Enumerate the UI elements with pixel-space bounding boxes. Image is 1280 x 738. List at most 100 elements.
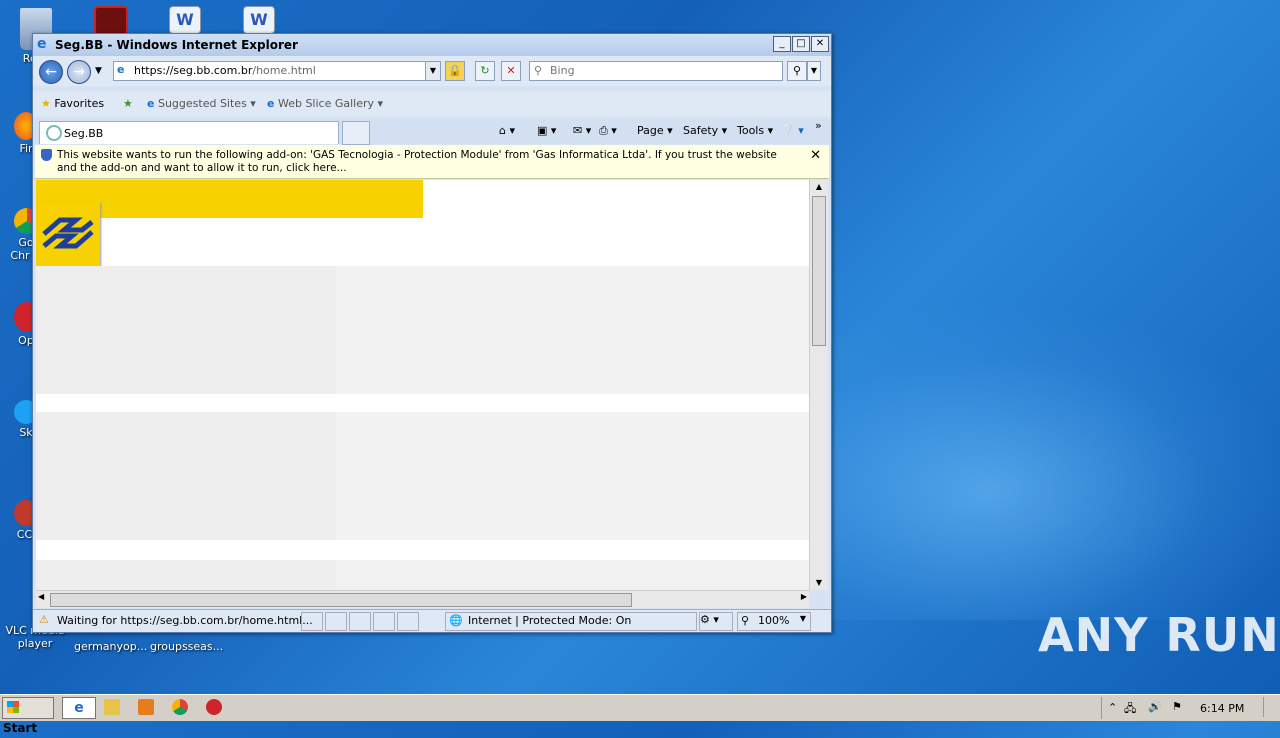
desktop-icon-word-1[interactable]: W [150, 6, 220, 36]
page-menu[interactable]: Page ▾ [637, 124, 673, 137]
ie-window: e Seg.BB - Windows Internet Explorer _ □… [32, 33, 832, 633]
close-button[interactable]: ✕ [811, 36, 829, 52]
forward-button[interactable]: → [67, 60, 91, 84]
action-center-flag-icon[interactable]: ⚑ [1172, 700, 1182, 713]
mail-button[interactable]: ✉ ▾ [573, 124, 591, 137]
desktop-icon-label: germanyop... [74, 640, 148, 653]
search-input[interactable]: ⚲ Bing [529, 61, 783, 81]
desktop-icon-label: Go Chr [10, 236, 34, 262]
desktop-icon-germanyop[interactable]: germanyop... [74, 640, 148, 653]
taskbar-chrome-button[interactable] [172, 699, 188, 715]
favorites-label: Favorites [54, 97, 105, 110]
shield-icon [41, 149, 52, 161]
search-button[interactable]: ⚲ [787, 61, 807, 81]
refresh-button[interactable]: ↻ [475, 61, 495, 81]
scroll-thumb[interactable] [812, 196, 826, 346]
url-path: /home.html [252, 64, 316, 77]
taskbar-ie-button[interactable]: e [62, 697, 96, 719]
anyrun-watermark: ANY RUN [1038, 608, 1280, 662]
recent-pages-dropdown[interactable]: ▼ [95, 66, 102, 76]
address-dropdown[interactable]: ▼ [425, 62, 440, 80]
tab-seg-bb[interactable]: Seg.BB [39, 121, 339, 144]
page-icon: e [117, 63, 125, 76]
security-lock-button[interactable]: 🔒 [445, 61, 465, 81]
new-tab-button[interactable] [342, 121, 370, 145]
search-options-dropdown[interactable]: ▼ [807, 61, 821, 81]
banco-do-brasil-logo[interactable] [36, 202, 100, 266]
title-bar[interactable]: e Seg.BB - Windows Internet Explorer _ □… [33, 34, 831, 56]
desktop-icon-label: Fir [19, 142, 33, 155]
info-bar[interactable]: This website wants to run the following … [35, 145, 829, 179]
scroll-left-arrow[interactable]: ◀ [38, 592, 44, 601]
taskbar-media-player-button[interactable] [138, 699, 154, 715]
network-icon[interactable]: 🖧 [1124, 700, 1136, 719]
desktop-icon-groupsseas[interactable]: groupsseas... [150, 640, 224, 653]
ie-page-icon: e [267, 97, 275, 110]
status-segment-3 [349, 612, 371, 631]
favorites-button[interactable]: ★ Favorites [41, 97, 104, 110]
status-segment-2 [325, 612, 347, 631]
status-bar: ⚠ Waiting for https://seg.bb.com.br/home… [33, 609, 831, 632]
horizontal-scrollbar[interactable]: ◀ ▶ [36, 590, 809, 608]
zone-text: Internet | Protected Mode: On [468, 614, 632, 627]
address-toolbar: ← → ▼ e https://seg.bb.com.br/home.html … [33, 56, 831, 86]
add-to-favorites-bar-button[interactable]: ★ [123, 97, 133, 110]
favorites-bar: ★ Favorites ★ e Suggested Sites ▾ e Web … [33, 91, 831, 117]
desktop-icon-label: groupsseas... [150, 640, 224, 653]
print-button[interactable]: ⎙ ▾ [599, 124, 617, 138]
stop-button[interactable]: ✕ [501, 61, 521, 81]
content-block-left-1 [36, 266, 336, 394]
word-document-icon: W [243, 6, 275, 34]
maximize-button[interactable]: □ [792, 36, 810, 52]
protected-mode-button[interactable]: ⚙ ▾ [699, 612, 733, 631]
zoom-level: 100% [758, 614, 790, 627]
content-block-left-3 [36, 560, 336, 590]
word-document-icon: W [169, 6, 201, 34]
status-segment-4 [373, 612, 395, 631]
taskbar-opera-button[interactable] [206, 699, 222, 715]
suggested-sites-link[interactable]: e Suggested Sites ▾ [147, 97, 256, 110]
safety-menu[interactable]: Safety ▾ [683, 124, 727, 137]
scroll-down-arrow[interactable]: ▼ [810, 576, 828, 590]
info-bar-close-button[interactable]: ✕ [810, 148, 821, 163]
search-placeholder: Bing [550, 64, 575, 77]
start-button[interactable]: Start [2, 697, 54, 735]
zoom-button[interactable]: ⚲ 100% ▼ [737, 612, 811, 631]
tab-row: Seg.BB ⌂ ▾ ▣ ▾ ✉ ▾ ⎙ ▾ Page ▾ Safety ▾ T… [33, 119, 831, 145]
star-icon: ★ [41, 97, 51, 110]
home-button[interactable]: ⌂ ▾ [499, 124, 515, 137]
address-bar[interactable]: e https://seg.bb.com.br/home.html ▼ [113, 61, 441, 81]
scroll-right-arrow[interactable]: ▶ [801, 592, 807, 601]
tools-menu[interactable]: Tools ▾ [737, 124, 773, 137]
safety-menu-label: Safety [683, 124, 719, 137]
desktop-icon-word-2[interactable]: W [224, 6, 294, 36]
volume-icon[interactable]: 🔊 [1148, 700, 1162, 713]
desktop-icon-label: Sk [19, 426, 33, 439]
desktop-wallpaper-glow [780, 300, 1280, 620]
more-commands-button[interactable]: » [815, 119, 822, 132]
show-desktop-button[interactable] [1263, 697, 1278, 717]
zone-indicator[interactable]: 🌐 Internet | Protected Mode: On [445, 612, 697, 631]
search-icon: ⚲ [534, 64, 543, 77]
url-host: https://seg.bb.com.br [134, 64, 253, 77]
bb-logo-icon [42, 217, 94, 249]
back-button[interactable]: ← [39, 60, 63, 84]
scroll-up-arrow[interactable]: ▲ [810, 180, 828, 194]
taskbar-explorer-button[interactable] [104, 699, 120, 715]
minimize-button[interactable]: _ [773, 36, 791, 52]
show-hidden-icons-button[interactable]: ⌃ [1108, 701, 1117, 714]
help-button[interactable]: ❔ ▾ [781, 124, 804, 137]
web-slice-gallery-link[interactable]: e Web Slice Gallery ▾ [267, 97, 383, 110]
feeds-button[interactable]: ▣ ▾ [537, 124, 556, 137]
web-slice-label: Web Slice Gallery [277, 97, 375, 110]
warning-icon: ⚠ [39, 613, 49, 626]
vertical-scrollbar[interactable]: ▲ ▼ [809, 180, 828, 590]
suggested-sites-label: Suggested Sites [157, 97, 247, 110]
clock[interactable]: 6:14 PM [1200, 702, 1244, 715]
content-block-left-2 [36, 412, 336, 540]
status-segment-5 [397, 612, 419, 631]
horizontal-scroll-thumb[interactable] [50, 593, 632, 607]
ie-page-icon: e [147, 97, 155, 110]
system-tray: ⌃ 🖧 🔊 ⚑ 6:14 PM [1101, 697, 1280, 719]
info-bar-message: This website wants to run the following … [57, 149, 777, 174]
